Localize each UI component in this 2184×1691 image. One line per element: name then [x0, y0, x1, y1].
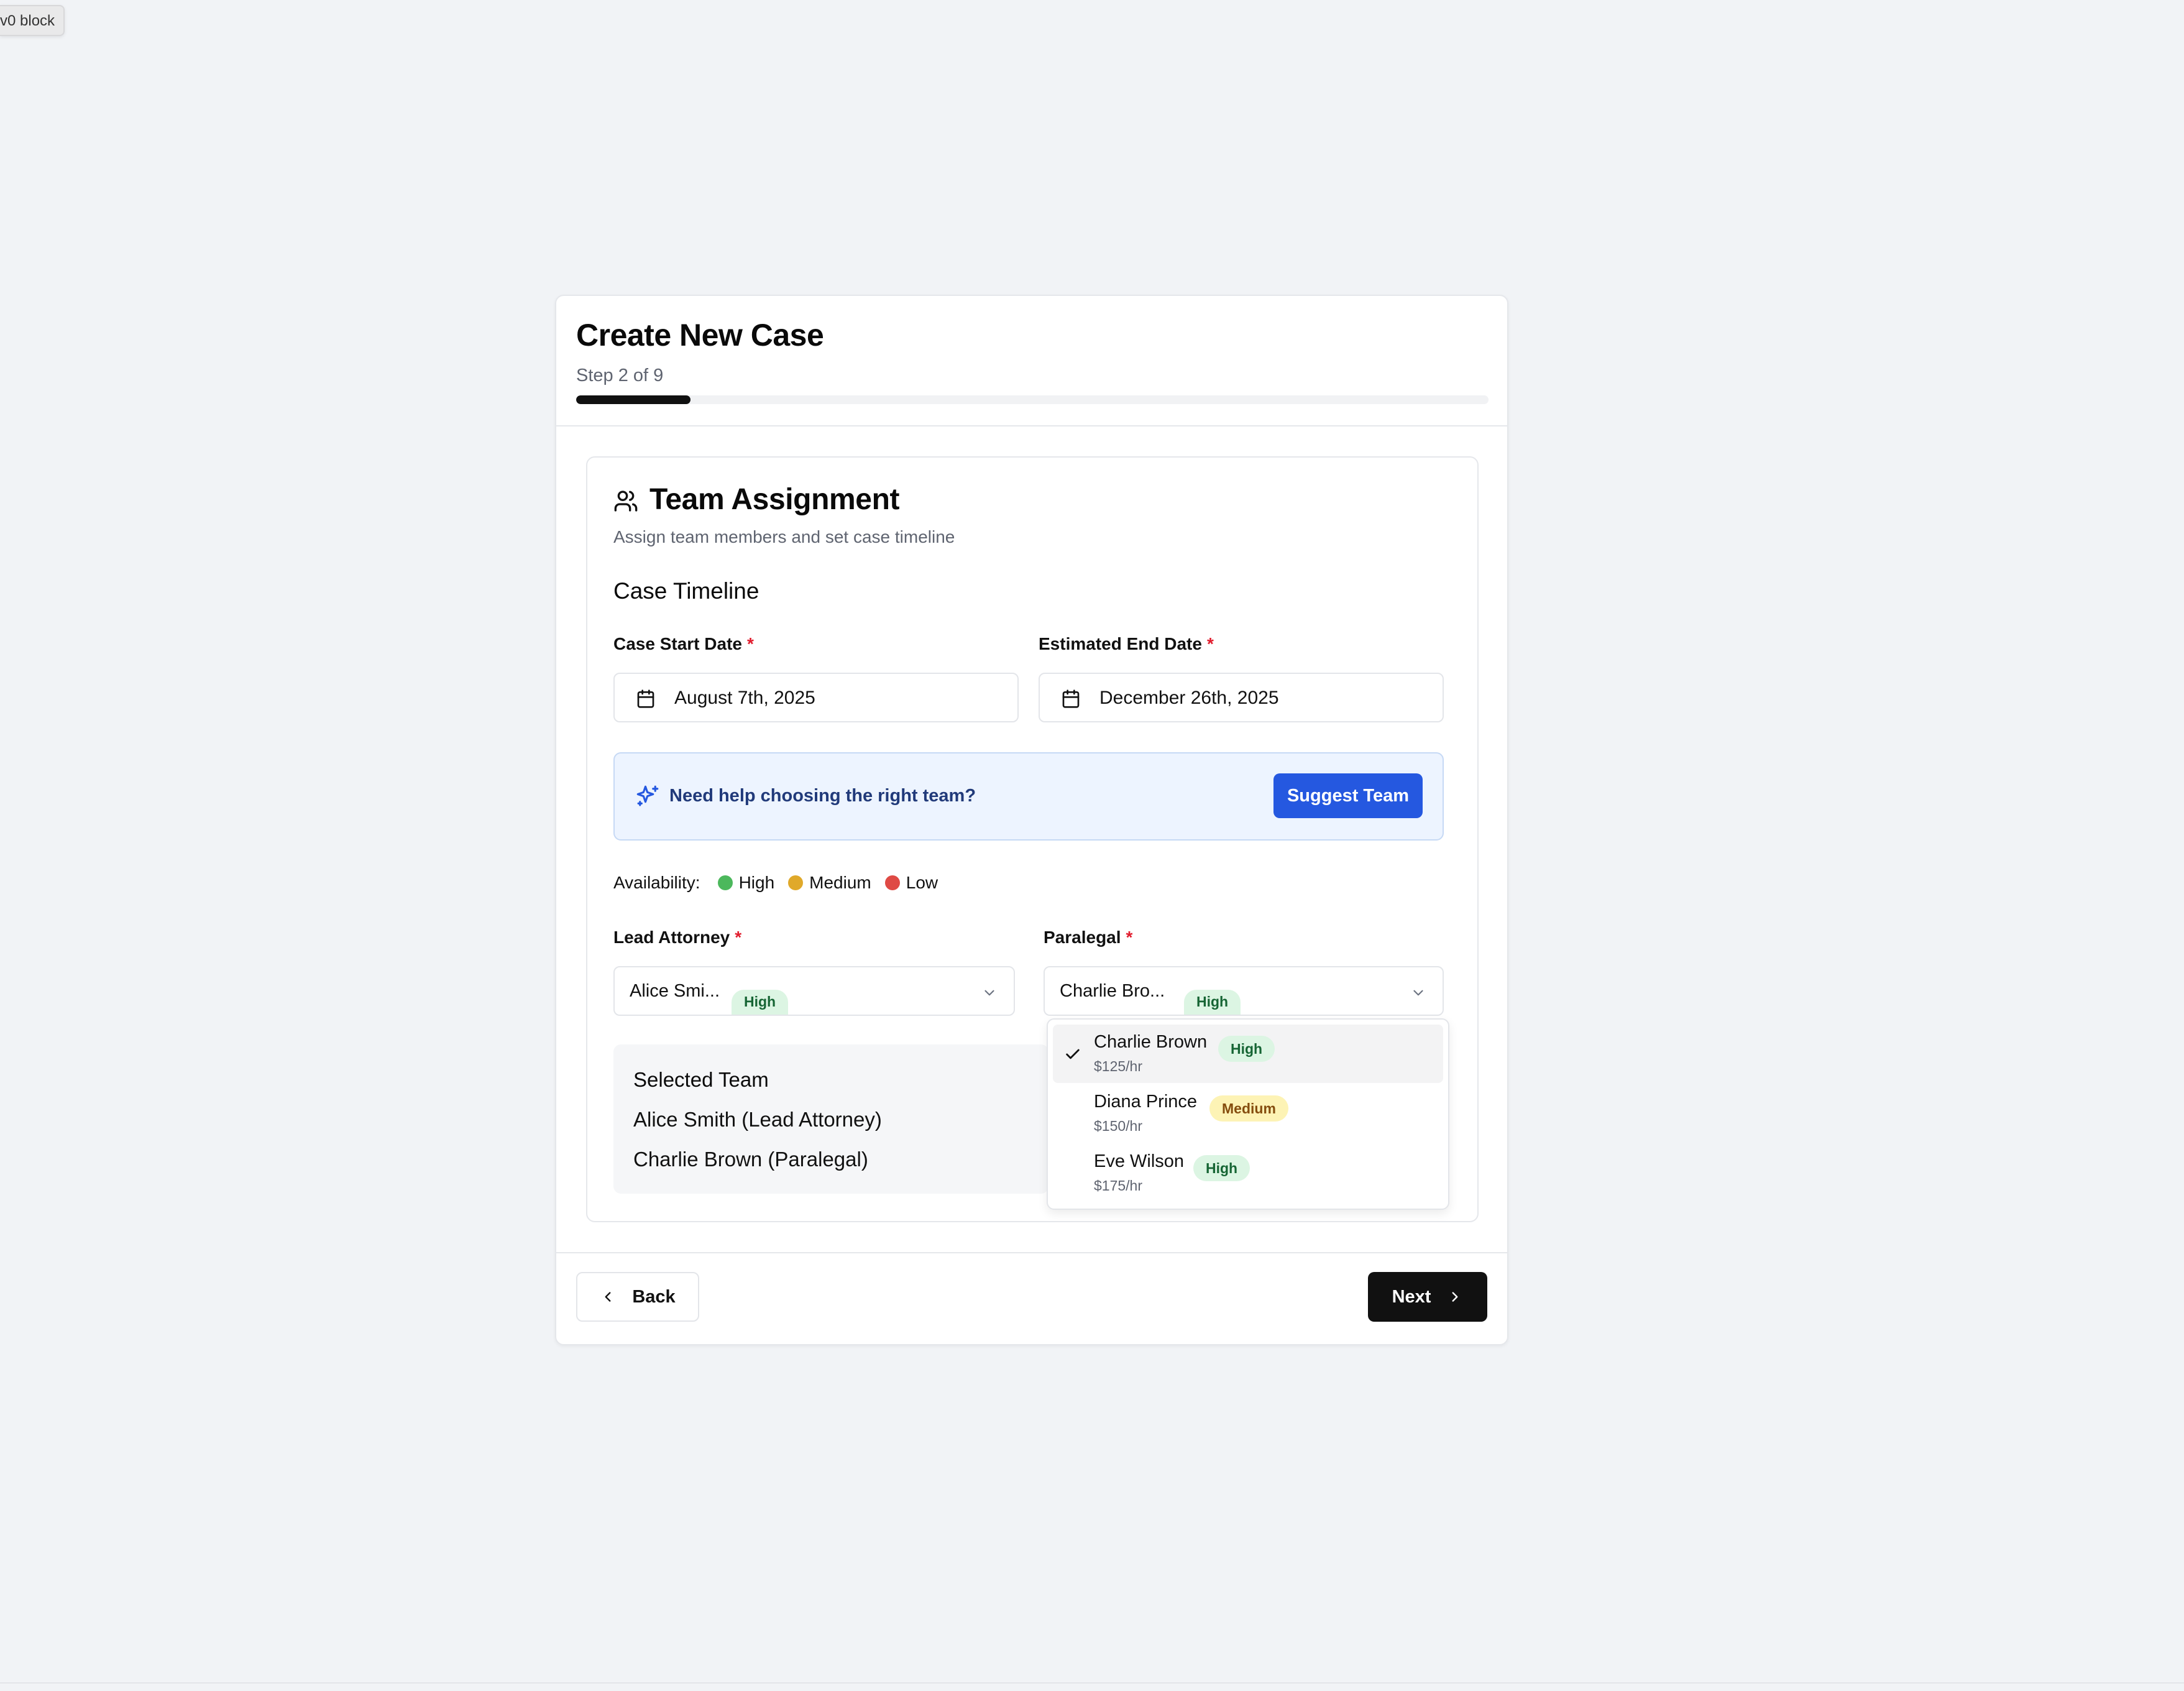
- legend-label: Medium: [809, 873, 871, 892]
- lead-attorney-label: Lead Attorney *: [613, 928, 741, 947]
- progress-bar: [576, 395, 1489, 404]
- chevron-left-icon: [605, 1292, 611, 1302]
- paralegal-dropdown-menu: Charlie Brown $125/hr High Diana Prince …: [1047, 1018, 1449, 1210]
- team-help-banner: Need help choosing the right team? Sugge…: [613, 752, 1444, 841]
- high-dot-icon: [717, 875, 733, 890]
- page-bottom-divider: [0, 1682, 2184, 1684]
- chevron-down-icon: [1413, 990, 1423, 996]
- lead-attorney-value: Alice Smi...: [630, 981, 720, 1001]
- sparkles-icon: [636, 785, 659, 806]
- required-marker: *: [735, 928, 742, 947]
- option-rate: $125/hr: [1094, 1058, 1143, 1074]
- calendar-icon: [1062, 689, 1080, 708]
- v0-block-badge: v0 block: [0, 5, 65, 36]
- check-icon: [1066, 1049, 1080, 1059]
- selected-team-member: Alice Smith (Lead Attorney): [633, 1108, 882, 1131]
- lead-attorney-label-text: Lead Attorney: [613, 928, 730, 947]
- next-button[interactable]: Next: [1368, 1272, 1487, 1322]
- card-header: Create New Case Step 2 of 9: [556, 296, 1507, 426]
- selected-team-panel: Selected Team Alice Smith (Lead Attorney…: [613, 1044, 1048, 1194]
- availability-legend: Availability: High Medium Low: [613, 873, 938, 893]
- paralegal-value: Charlie Bro...: [1060, 981, 1165, 1001]
- legend-low: Low: [884, 873, 938, 893]
- option-availability-badge: Medium: [1209, 1095, 1288, 1122]
- dropdown-option-eve-wilson[interactable]: Eve Wilson $175/hr High: [1053, 1144, 1443, 1202]
- dropdown-option-charlie-brown[interactable]: Charlie Brown $125/hr High: [1053, 1025, 1443, 1083]
- page-title: Create New Case: [576, 318, 824, 352]
- required-marker: *: [746, 634, 754, 653]
- medium-dot-icon: [788, 875, 804, 890]
- back-button-label: Back: [632, 1286, 676, 1307]
- option-name: Diana Prince: [1094, 1092, 1198, 1112]
- start-date-label: Case Start Date *: [613, 634, 754, 654]
- option-rate: $150/hr: [1094, 1118, 1143, 1134]
- end-date-label: Estimated End Date *: [1039, 634, 1214, 654]
- users-icon: [614, 491, 638, 512]
- chevron-right-icon: [1452, 1292, 1458, 1302]
- paralegal-select[interactable]: Charlie Bro... High: [1044, 966, 1444, 1016]
- option-name: Eve Wilson: [1094, 1151, 1185, 1171]
- paralegal-label: Paralegal *: [1044, 928, 1132, 947]
- option-name: Charlie Brown: [1094, 1032, 1208, 1052]
- start-date-label-text: Case Start Date: [613, 634, 742, 653]
- section-description: Assign team members and set case timelin…: [613, 527, 955, 546]
- section-title: Team Assignment: [649, 483, 900, 516]
- selected-team-member: Charlie Brown (Paralegal): [633, 1148, 868, 1171]
- availability-label: Availability:: [613, 873, 700, 892]
- legend-label: High: [738, 873, 775, 892]
- back-button[interactable]: Back: [576, 1272, 699, 1322]
- paralegal-availability-badge: High: [1184, 990, 1241, 1015]
- lead-attorney-select[interactable]: Alice Smi... High: [613, 966, 1015, 1016]
- legend-high: High: [717, 873, 775, 893]
- legend-medium: Medium: [788, 873, 871, 893]
- start-date-input[interactable]: August 7th, 2025: [613, 673, 1019, 722]
- selected-team-title: Selected Team: [633, 1068, 769, 1091]
- step-indicator: Step 2 of 9: [576, 366, 664, 385]
- required-marker: *: [1126, 928, 1133, 947]
- option-availability-badge: High: [1218, 1036, 1275, 1062]
- suggest-team-button[interactable]: Suggest Team: [1273, 773, 1423, 818]
- help-text: Need help choosing the right team?: [669, 786, 976, 806]
- end-date-input[interactable]: December 26th, 2025: [1039, 673, 1444, 722]
- case-timeline-heading: Case Timeline: [613, 578, 759, 604]
- next-button-label: Next: [1392, 1286, 1431, 1307]
- option-availability-badge: High: [1193, 1155, 1250, 1181]
- end-date-value: December 26th, 2025: [1099, 688, 1279, 708]
- progress-bar-fill: [576, 395, 691, 404]
- end-date-label-text: Estimated End Date: [1039, 634, 1202, 653]
- start-date-value: August 7th, 2025: [674, 688, 815, 708]
- required-marker: *: [1206, 634, 1214, 653]
- dropdown-option-diana-prince[interactable]: Diana Prince $150/hr Medium: [1053, 1084, 1443, 1143]
- legend-label: Low: [906, 873, 938, 892]
- lead-availability-badge: High: [732, 990, 789, 1015]
- calendar-icon: [637, 689, 654, 708]
- paralegal-label-text: Paralegal: [1044, 928, 1121, 947]
- card-footer: Back Next: [556, 1252, 1507, 1345]
- chevron-down-icon: [984, 990, 994, 996]
- option-rate: $175/hr: [1094, 1177, 1143, 1194]
- low-dot-icon: [884, 875, 900, 890]
